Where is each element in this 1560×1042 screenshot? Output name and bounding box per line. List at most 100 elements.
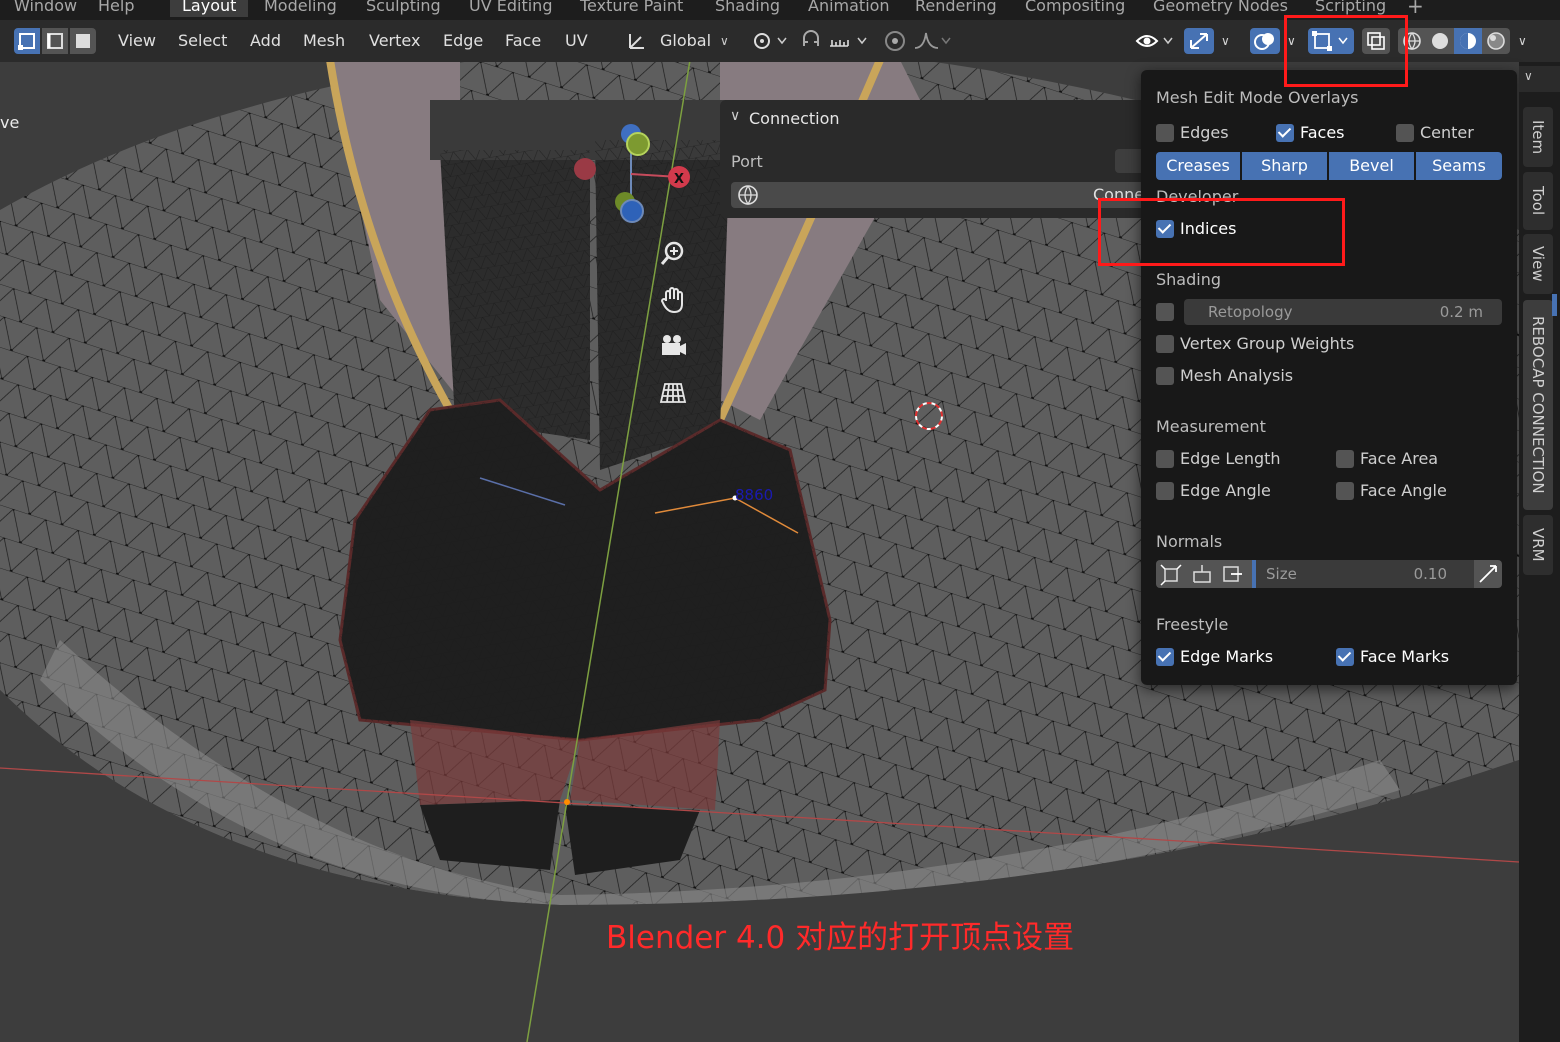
sharp-toggle[interactable]: Sharp bbox=[1242, 152, 1327, 180]
sidebar-tab-rebocap-connection[interactable]: REBOCAP CONNECTION bbox=[1523, 300, 1553, 510]
mesh-analysis-label: Mesh Analysis bbox=[1180, 366, 1294, 385]
tab-modeling[interactable]: Modeling bbox=[264, 0, 337, 17]
normals-size-value: 0.10 bbox=[1413, 565, 1447, 583]
sidebar-tab-item[interactable]: Item bbox=[1523, 107, 1553, 167]
face-marks-checkbox[interactable] bbox=[1336, 648, 1354, 666]
face-area-label: Face Area bbox=[1360, 449, 1439, 468]
menu-view[interactable]: View bbox=[118, 28, 156, 54]
transform-orientation-dropdown[interactable]: Global ∨ bbox=[622, 28, 738, 54]
tab-scripting[interactable]: Scripting bbox=[1315, 0, 1386, 17]
tab-layout[interactable]: Layout bbox=[170, 0, 249, 17]
tab-uv-editing[interactable]: UV Editing bbox=[469, 0, 552, 17]
tab-rendering[interactable]: Rendering bbox=[915, 0, 997, 17]
tab-animation[interactable]: Animation bbox=[808, 0, 890, 17]
indices-checkbox[interactable] bbox=[1156, 220, 1174, 238]
gizmo-chevron-icon[interactable]: ∨ bbox=[1221, 28, 1230, 54]
tab-geometry-nodes[interactable]: Geometry Nodes bbox=[1153, 0, 1288, 17]
edge-marks-checkbox[interactable] bbox=[1156, 648, 1174, 666]
mesh-analysis-checkbox[interactable] bbox=[1156, 367, 1174, 385]
vertex-select-mode-button[interactable] bbox=[14, 28, 40, 54]
overlays-chevron-icon[interactable]: ∨ bbox=[1287, 28, 1296, 54]
snap-increment-icon[interactable] bbox=[826, 28, 870, 62]
edge-length-checkbox[interactable] bbox=[1156, 450, 1174, 468]
shading-chevron-icon[interactable]: ∨ bbox=[1518, 28, 1527, 54]
object-origin bbox=[564, 799, 570, 805]
face-marks-label: Face Marks bbox=[1360, 647, 1450, 666]
retopology-field[interactable]: Retopology 0.2 m bbox=[1184, 299, 1502, 325]
normals-display-group bbox=[1156, 560, 1252, 588]
menu-uv[interactable]: UV bbox=[565, 28, 588, 54]
wireframe-shading-icon[interactable] bbox=[1398, 28, 1426, 54]
face-select-mode-button[interactable] bbox=[70, 28, 96, 54]
indices-label: Indices bbox=[1180, 219, 1237, 238]
pan-hand-icon[interactable] bbox=[657, 284, 689, 316]
tab-shading[interactable]: Shading bbox=[715, 0, 780, 17]
tab-sculpting[interactable]: Sculpting bbox=[366, 0, 441, 17]
bevel-toggle[interactable]: Bevel bbox=[1329, 152, 1414, 180]
gizmo-y-handle[interactable] bbox=[626, 132, 650, 156]
face-angle-label: Face Angle bbox=[1360, 481, 1447, 500]
menu-vertex[interactable]: Vertex bbox=[369, 28, 420, 54]
vertex-group-weights-checkbox[interactable] bbox=[1156, 335, 1174, 353]
zoom-icon[interactable] bbox=[657, 238, 689, 270]
vertex-normals-icon[interactable] bbox=[1158, 560, 1186, 588]
faces-label: Faces bbox=[1300, 123, 1345, 142]
solid-shading-icon[interactable] bbox=[1426, 28, 1454, 54]
menu-select[interactable]: Select bbox=[178, 28, 227, 54]
tab-compositing[interactable]: Compositing bbox=[1025, 0, 1125, 17]
menu-edge[interactable]: Edge bbox=[443, 28, 483, 54]
creases-toggle[interactable]: Creases bbox=[1156, 152, 1240, 180]
falloff-curve-icon[interactable] bbox=[912, 28, 956, 62]
menu-face[interactable]: Face bbox=[505, 28, 541, 54]
edge-select-mode-button[interactable] bbox=[42, 28, 68, 54]
normals-size-label: Size bbox=[1266, 565, 1297, 583]
face-angle-checkbox[interactable] bbox=[1336, 482, 1354, 500]
center-checkbox[interactable] bbox=[1396, 124, 1414, 142]
seams-toggle[interactable]: Seams bbox=[1416, 152, 1502, 180]
vertex-index-label: 8860 bbox=[735, 486, 773, 504]
face-area-checkbox[interactable] bbox=[1336, 450, 1354, 468]
menu-mesh[interactable]: Mesh bbox=[303, 28, 345, 54]
material-shading-icon[interactable] bbox=[1454, 28, 1482, 54]
gizmo-toggle-button[interactable] bbox=[1184, 28, 1214, 54]
menu-window[interactable]: Window bbox=[14, 0, 77, 17]
popover-title: Mesh Edit Mode Overlays bbox=[1156, 88, 1359, 107]
edge-angle-label: Edge Angle bbox=[1180, 481, 1271, 500]
menu-help[interactable]: Help bbox=[98, 0, 134, 17]
menu-add[interactable]: Add bbox=[250, 28, 281, 54]
sidebar-tab-vrm[interactable]: VRM bbox=[1523, 515, 1553, 575]
rendered-shading-icon[interactable] bbox=[1482, 28, 1510, 54]
perspective-grid-icon[interactable] bbox=[657, 376, 689, 408]
gizmo-neg-z-handle[interactable] bbox=[620, 199, 644, 223]
connect-button[interactable]: Conne bbox=[731, 182, 1144, 208]
port-label: Port bbox=[731, 152, 763, 171]
split-normals-icon[interactable] bbox=[1188, 560, 1216, 588]
retopology-checkbox[interactable] bbox=[1156, 303, 1174, 321]
mesh-edit-overlays-popover: Mesh Edit Mode Overlays Edges Faces Cent… bbox=[1141, 70, 1517, 685]
sidebar-tab-view[interactable]: View bbox=[1523, 234, 1553, 294]
edge-angle-checkbox[interactable] bbox=[1156, 482, 1174, 500]
gizmo-neg-x-handle[interactable] bbox=[574, 158, 596, 180]
sidebar-header-dropdown[interactable]: ∨ bbox=[1519, 66, 1560, 92]
mesh-edit-overlays-button[interactable] bbox=[1308, 28, 1354, 54]
face-normals-icon[interactable] bbox=[1218, 560, 1246, 588]
normals-size-field[interactable]: Size 0.10 bbox=[1252, 560, 1474, 588]
globe-icon bbox=[738, 185, 758, 206]
visibility-eye-icon[interactable] bbox=[1134, 28, 1178, 62]
normals-constant-screen-toggle[interactable] bbox=[1474, 560, 1502, 588]
edges-checkbox[interactable] bbox=[1156, 124, 1174, 142]
camera-view-icon[interactable] bbox=[657, 330, 689, 362]
add-workspace-button[interactable]: + bbox=[1407, 0, 1424, 17]
faces-checkbox[interactable] bbox=[1276, 124, 1294, 142]
sidebar-tab-tool[interactable]: Tool bbox=[1523, 172, 1553, 230]
shading-section-title: Shading bbox=[1156, 270, 1221, 289]
active-tab-indicator bbox=[1552, 294, 1557, 316]
tab-texture-paint[interactable]: Texture Paint bbox=[580, 0, 683, 17]
xray-toggle-button[interactable] bbox=[1362, 28, 1390, 54]
pivot-point-icon[interactable] bbox=[750, 28, 790, 62]
chevron-down-icon[interactable]: ∨ bbox=[730, 108, 740, 124]
overlays-toggle-button[interactable] bbox=[1250, 28, 1280, 54]
proportional-edit-icon[interactable] bbox=[882, 28, 908, 62]
edge-length-label: Edge Length bbox=[1180, 449, 1281, 468]
snap-magnet-icon[interactable] bbox=[798, 28, 824, 62]
